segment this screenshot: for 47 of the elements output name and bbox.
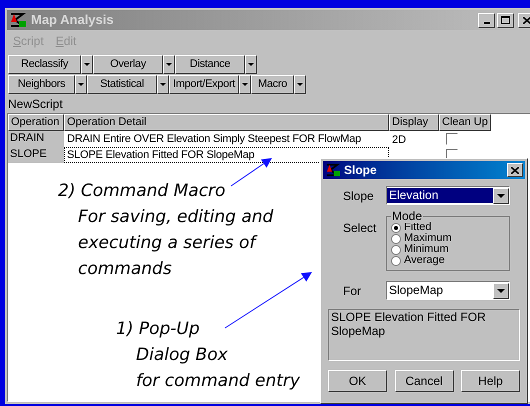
radio-button[interactable] (391, 222, 401, 232)
column-header[interactable]: Clean Up (439, 114, 491, 131)
toolbar-button[interactable]: Overlay (93, 55, 163, 74)
radio-label: Average (404, 255, 445, 266)
column-header[interactable]: Operation Detail (64, 114, 389, 131)
toolbar-button[interactable]: Import/Export (169, 75, 239, 94)
annotation-heading: 1) Pop-Up (116, 318, 201, 341)
annotation-text: Dialog Box for command entry (135, 344, 300, 393)
table-cell: 2D (392, 134, 406, 146)
table-cell: DRAIN (8, 131, 64, 147)
window-title: Map Analysis (31, 11, 114, 30)
dialog-button[interactable]: Cancel (394, 370, 454, 392)
table-cell[interactable]: DRAIN Entire OVER Elevation Simply Steepest FOR FlowMap (64, 131, 389, 147)
column-header[interactable]: Display (389, 114, 439, 131)
group-title: Mode (391, 209, 424, 223)
toolbar-button[interactable]: Macro (251, 75, 294, 94)
field-label: For (343, 282, 362, 300)
close-icon (522, 16, 530, 24)
close-icon (511, 166, 519, 174)
command-preview: SLOPE Elevation Fitted FOR SlopeMap (328, 309, 520, 361)
output-dropdown[interactable]: SlopeMap (386, 281, 510, 300)
table-cell: SLOPE (8, 147, 64, 163)
toolbar-button[interactable]: Neighbors (8, 75, 75, 94)
annotation-text: For saving, editing and executing a series of commands (77, 206, 274, 281)
toolbar-button[interactable]: Reclassify (8, 55, 81, 74)
map-app-icon (9, 12, 27, 28)
close-button[interactable] (518, 12, 530, 28)
field-label: Slope (343, 188, 375, 204)
field-label: Select (343, 220, 378, 237)
toolbar-button[interactable]: Statistical (87, 75, 157, 94)
close-button[interactable] (507, 163, 523, 177)
toolbar-button[interactable]: Distance (175, 55, 245, 74)
radio-button[interactable] (391, 244, 401, 254)
radio-button[interactable] (391, 234, 401, 244)
map-app-icon (325, 163, 341, 177)
slope-dropdown[interactable]: Elevation (386, 186, 510, 205)
maximize-button[interactable] (497, 12, 514, 28)
script-name: NewScript (7, 96, 64, 113)
dialog-title: Slope (344, 162, 377, 179)
radio-label: Maximum (404, 233, 452, 244)
radio-label: Minimum (404, 244, 449, 255)
column-header[interactable]: Operation (8, 114, 64, 131)
annotation-heading: 2) Command Macro (58, 180, 226, 203)
minimize-button[interactable] (478, 12, 495, 28)
dialog-button[interactable]: OK (328, 370, 387, 392)
radio-button[interactable] (391, 256, 401, 266)
dialog-button[interactable]: Help (461, 370, 520, 392)
